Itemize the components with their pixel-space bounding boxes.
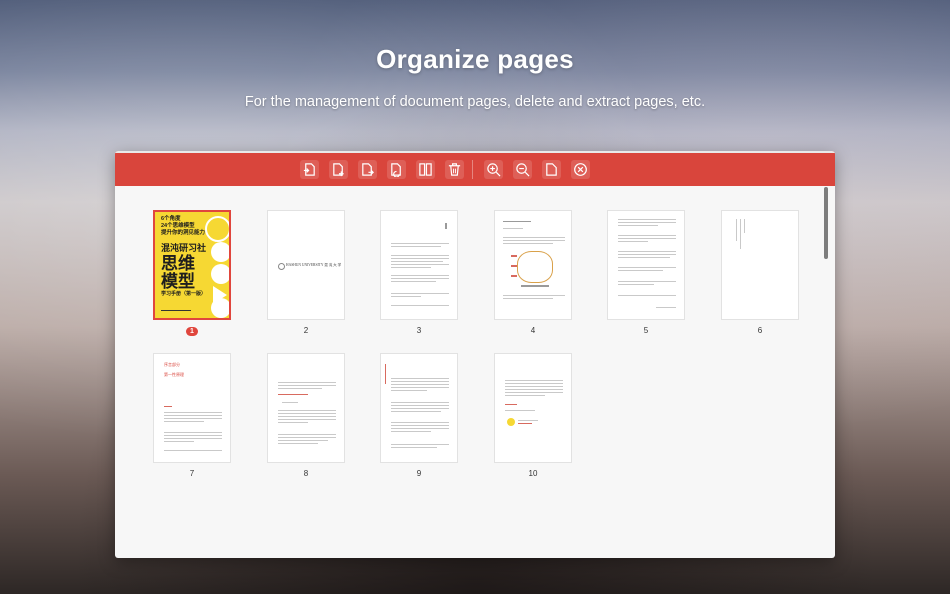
zoom-out-icon [516,163,530,177]
page-preview[interactable]: HASHUN UNIVERSITY 混 沌 大 学 [267,210,345,320]
page-preview[interactable] [380,210,458,320]
cover-subtitle: 学习手册（第一版） [161,291,207,297]
page-thumbnail-9[interactable]: 9 [380,353,458,479]
page-thumbnail-4[interactable]: 4 [494,210,572,336]
page-number: 1 [153,326,231,336]
page-thumbnail-8[interactable]: 8 [267,353,345,479]
page-number: 5 [643,326,649,335]
page-icon [546,163,557,176]
page-preview[interactable] [721,210,799,320]
delete-page-button[interactable] [445,160,464,179]
university-logo-icon [278,263,285,270]
rotate-page-button[interactable] [387,160,406,179]
page-number: 4 [530,326,536,335]
cover-title: 思维模型 [161,254,195,291]
cover-brand: 混沌研习社 [161,243,207,253]
zoom-out-button[interactable] [513,160,532,179]
page-number: 2 [303,326,309,335]
page-preview[interactable] [494,353,572,463]
page-thumbnail-2[interactable]: HASHUN UNIVERSITY 混 沌 大 学 2 [267,210,345,336]
replace-page-button[interactable] [358,160,377,179]
page-thumbnail-1[interactable]: 6个角度 24个思维模型 提升你的洞见能力 混沌研习社 思维模型 学习手册（第一… [153,210,231,336]
hero-title: Organize pages [376,44,574,74]
page-thumbnail-5[interactable]: 5 [607,210,685,336]
app-window: 6个角度 24个思维模型 提升你的洞见能力 混沌研习社 思维模型 学习手册（第一… [115,151,835,558]
toolbar-separator [472,160,473,179]
page-thumbnail-grid: 6个角度 24个思维模型 提升你的洞见能力 混沌研习社 思维模型 学习手册（第一… [115,184,825,558]
cover-image: 6个角度 24个思维模型 提升你的洞见能力 混沌研习社 思维模型 学习手册（第一… [155,212,229,318]
diagram-figure [517,251,553,283]
page-number: 6 [757,326,763,335]
page-preview[interactable]: 序言部分 第一性原理 [153,353,231,463]
page-preview[interactable] [267,353,345,463]
page-number: 7 [189,469,195,478]
inline-image [507,418,515,426]
split-page-button[interactable] [416,160,435,179]
page-thumbnail-3[interactable]: 3 [380,210,458,336]
page-thumbnail-7[interactable]: 序言部分 第一性原理 7 [153,353,231,479]
page-header-text: HASHUN UNIVERSITY 混 沌 大 学 [286,263,342,267]
toolbar [115,151,835,186]
insert-page-icon [303,163,315,176]
section-heading: 序言部分 [164,362,180,367]
trash-icon [448,163,461,176]
page-number: 9 [416,469,422,478]
page-thumbnail-6[interactable]: 6 [721,210,799,336]
split-page-icon [419,163,432,176]
single-page-button[interactable] [542,160,561,179]
add-page-icon [333,163,344,177]
page-number: 3 [416,326,422,335]
close-button[interactable] [571,160,590,179]
add-page-button[interactable] [329,160,348,179]
zoom-in-button[interactable] [484,160,503,179]
zoom-in-icon [487,163,501,177]
hero-subtitle: For the management of document pages, de… [244,94,706,110]
cover-line-1: 6个角度 [161,216,181,222]
page-preview[interactable]: 6个角度 24个思维模型 提升你的洞见能力 混沌研习社 思维模型 学习手册（第一… [153,210,231,320]
rotate-page-icon [391,163,401,177]
page-preview[interactable] [494,210,572,320]
cover-line-2: 24个思维模型 [161,223,195,229]
insert-page-button[interactable] [300,160,319,179]
section-subheading: 第一性原理 [164,372,184,377]
page-preview[interactable] [607,210,685,320]
page-thumbnail-10[interactable]: 10 [494,353,572,479]
replace-page-icon [362,163,374,176]
page-number: 10 [528,469,538,478]
page-number: 8 [303,469,309,478]
cover-line-3: 提升你的洞见能力 [161,230,206,236]
close-circle-icon [574,163,587,176]
page-preview[interactable] [380,353,458,463]
